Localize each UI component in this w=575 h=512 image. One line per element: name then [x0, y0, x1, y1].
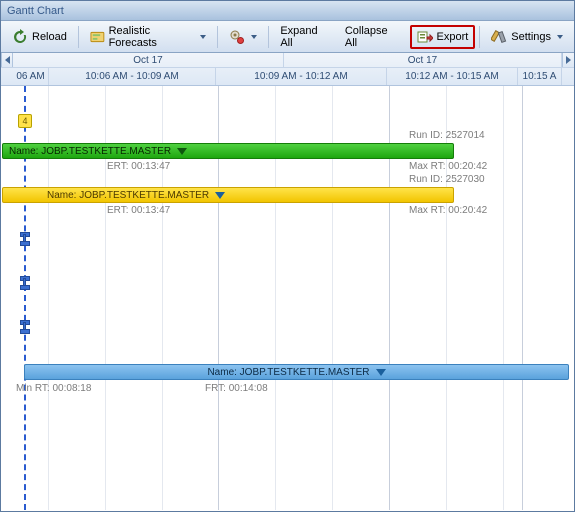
- scroll-right-button[interactable]: [562, 53, 574, 67]
- ert-label: ERT: 00:13:47: [107, 205, 170, 216]
- gantt-bar[interactable]: Name: JOBP.TESTKETTE.MASTER: [24, 364, 569, 380]
- run-id-label: Run ID: 2527014: [409, 130, 485, 141]
- separator: [78, 26, 79, 48]
- expand-triangle-icon[interactable]: [376, 369, 386, 376]
- split-handle[interactable]: [20, 232, 28, 246]
- realistic-forecasts-button[interactable]: Realistic Forecasts: [83, 25, 214, 49]
- maxrt-label: Max RT: 00:20:42: [409, 161, 487, 172]
- expand-label: Expand All: [280, 25, 329, 49]
- window-title: Gantt Chart: [7, 5, 64, 17]
- ert-label: ERT: 00:13:47: [107, 161, 170, 172]
- collapse-all-button[interactable]: Collapse All: [338, 25, 406, 49]
- bar-name: Name: JOBP.TESTKETTE.MASTER: [47, 190, 209, 201]
- scroll-left-button[interactable]: [1, 53, 13, 67]
- gantt-bar[interactable]: Name: JOBP.TESTKETTE.MASTER: [2, 187, 454, 203]
- scale-tick: 06 AM: [13, 68, 49, 85]
- export-icon: [417, 29, 433, 45]
- expand-all-button[interactable]: Expand All: [273, 25, 336, 49]
- gear-red-icon: [229, 29, 245, 45]
- reload-icon: [12, 29, 28, 45]
- filter-button[interactable]: [222, 25, 264, 49]
- scale-date-left: Oct 17: [13, 53, 284, 67]
- separator: [479, 26, 480, 48]
- bar-name: Name: JOBP.TESTKETTE.MASTER: [9, 146, 171, 157]
- run-id-label: Run ID: 2527030: [409, 174, 485, 185]
- settings-label: Settings: [511, 31, 551, 43]
- dropdown-caret-icon: [251, 35, 257, 39]
- settings-button[interactable]: Settings: [484, 25, 570, 49]
- split-handle[interactable]: [20, 320, 28, 334]
- settings-icon: [491, 29, 507, 45]
- split-handle[interactable]: [20, 276, 28, 290]
- reload-label: Reload: [32, 31, 67, 43]
- maxrt-label: Max RT: 00:20:42: [409, 205, 487, 216]
- title-bar: Gantt Chart: [1, 1, 574, 21]
- dropdown-caret-icon: [200, 35, 206, 39]
- gantt-chart-area[interactable]: 4 Run ID: 2527014 Name: JOBP.TESTKETTE.M…: [2, 86, 573, 510]
- export-button[interactable]: Export: [410, 25, 476, 49]
- frt-label: FRT: 00:14:08: [205, 383, 268, 394]
- collapse-label: Collapse All: [345, 25, 399, 49]
- scale-date-right: Oct 17: [284, 53, 562, 67]
- reload-button[interactable]: Reload: [5, 25, 74, 49]
- dropdown-caret-icon: [557, 35, 563, 39]
- separator: [268, 26, 269, 48]
- realistic-label: Realistic Forecasts: [109, 25, 195, 49]
- time-scale: Oct 17 Oct 17 06 AM 10:06 AM - 10:09 AM …: [1, 53, 574, 86]
- separator: [217, 26, 218, 48]
- minrt-label: Min RT: 00:08:18: [16, 383, 91, 394]
- toolbar: Reload Realistic Forecasts Expand All Co…: [1, 21, 574, 53]
- scale-tick: 10:12 AM - 10:15 AM: [387, 68, 518, 85]
- chevron-right-icon: [566, 56, 571, 64]
- scale-tick: 10:15 A: [518, 68, 562, 85]
- expand-triangle-icon[interactable]: [215, 192, 225, 199]
- scale-tick: 10:09 AM - 10:12 AM: [216, 68, 387, 85]
- bar-name: Name: JOBP.TESTKETTE.MASTER: [207, 367, 369, 378]
- time-marker[interactable]: 4: [18, 114, 32, 128]
- gantt-bar[interactable]: Name: JOBP.TESTKETTE.MASTER: [2, 143, 454, 159]
- chevron-left-icon: [5, 56, 10, 64]
- expand-triangle-icon[interactable]: [177, 148, 187, 155]
- export-label: Export: [437, 31, 469, 43]
- forecast-icon: [90, 29, 105, 45]
- scale-tick: 10:06 AM - 10:09 AM: [49, 68, 216, 85]
